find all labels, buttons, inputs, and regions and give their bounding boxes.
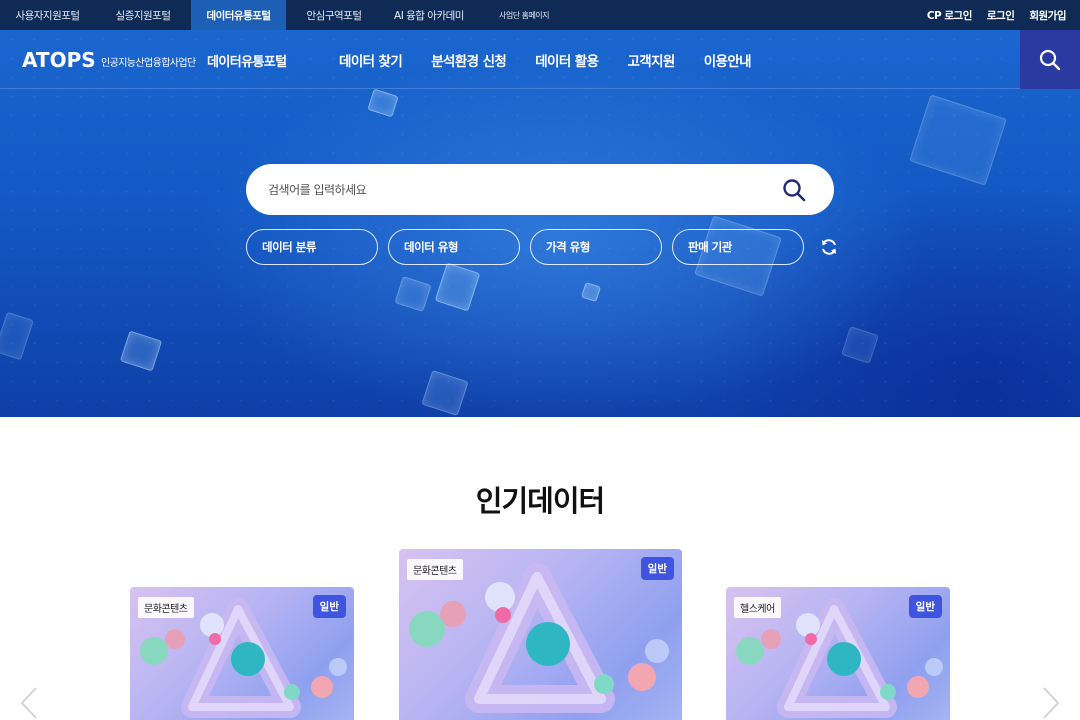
search-filters: 데이터 분류 데이터 유형 가격 유형 판매 기관: [246, 229, 840, 265]
refresh-icon: [822, 239, 836, 255]
cube-decoration: [421, 370, 469, 416]
chevron-left-icon[interactable]: [18, 686, 40, 720]
header-search-button[interactable]: [1020, 30, 1080, 89]
portal-tab-ai-academy[interactable]: AI 융합 아카데미: [382, 0, 476, 30]
cube-decoration: [841, 326, 879, 364]
data-card[interactable]: 문화콘텐츠 일반: [399, 549, 682, 720]
cube-decoration: [367, 88, 399, 118]
filter-data-type[interactable]: 데이터 유형: [388, 229, 520, 265]
cube-decoration: [909, 94, 1007, 186]
signup-link[interactable]: 회원가입: [1029, 8, 1066, 23]
portal-tabs: 사용자지원포털 실증지원포털 데이터유통포털 안심구역포털 AI 융합 아카데미…: [0, 0, 572, 30]
menu-customer-support[interactable]: 고객지원: [627, 50, 675, 70]
menu-guide[interactable]: 이용안내: [704, 50, 752, 70]
card-category: 문화콘텐츠: [138, 597, 194, 618]
login-link[interactable]: 로그인: [987, 8, 1015, 23]
main-navigation: ATOPS 인공지능산업융합사업단 데이터유통포털 데이터 찾기 분석환경 신청…: [0, 30, 1080, 89]
main-menu: 데이터 찾기 분석환경 신청 데이터 활용 고객지원 이용안내: [339, 50, 752, 70]
menu-find-data[interactable]: 데이터 찾기: [339, 50, 403, 70]
portal-tab-safe-zone[interactable]: 안심구역포털: [286, 0, 382, 30]
portal-top-bar: 사용자지원포털 실증지원포털 데이터유통포털 안심구역포털 AI 융합 아카데미…: [0, 0, 1080, 30]
search-input[interactable]: [268, 179, 738, 201]
hero-banner: ATOPS 인공지능산업융합사업단 데이터유통포털 데이터 찾기 분석환경 신청…: [0, 30, 1080, 417]
portal-tab-verification[interactable]: 실증지원포털: [95, 0, 191, 30]
card-badge: 일반: [640, 557, 674, 580]
cube-decoration: [119, 330, 163, 372]
data-card[interactable]: 문화콘텐츠 일반: [130, 587, 354, 720]
hero-search-box: [246, 164, 834, 215]
section-title-popular: 인기데이터: [475, 484, 605, 518]
menu-data-usage[interactable]: 데이터 활용: [535, 50, 599, 70]
chevron-right-icon[interactable]: [1040, 686, 1062, 720]
menu-analysis-env[interactable]: 분석환경 신청: [431, 50, 507, 70]
portal-tab-user-support[interactable]: 사용자지원포털: [0, 0, 95, 30]
card-category: 문화콘텐츠: [407, 559, 463, 580]
org-name: 인공지능산업융합사업단: [101, 58, 196, 69]
data-card[interactable]: 헬스케어 일반: [726, 587, 950, 720]
card-badge: 일반: [908, 595, 942, 618]
filter-price-type[interactable]: 가격 유형: [530, 229, 662, 265]
cube-decoration: [580, 281, 602, 303]
portal-tab-data-distribution[interactable]: 데이터유통포털: [191, 0, 286, 30]
cube-decoration: [434, 262, 481, 312]
cube-decoration: [0, 311, 34, 361]
utility-links: CP 로그인 로그인 회원가입: [927, 0, 1067, 30]
card-category: 헬스케어: [734, 597, 781, 618]
card-badge: 일반: [312, 595, 346, 618]
filter-data-category[interactable]: 데이터 분류: [246, 229, 378, 265]
cp-login-link[interactable]: CP 로그인: [927, 8, 973, 23]
atops-logo[interactable]: ATOPS: [22, 48, 96, 72]
search-icon: [1039, 49, 1061, 70]
cube-decoration: [394, 276, 432, 312]
refresh-button[interactable]: [818, 229, 840, 265]
portal-name[interactable]: 데이터유통포털: [207, 51, 287, 70]
search-icon[interactable]: [782, 178, 806, 202]
portal-tab-homepage[interactable]: 사업단 홈페이지: [476, 0, 572, 30]
filter-seller[interactable]: 판매 기관: [672, 229, 804, 265]
